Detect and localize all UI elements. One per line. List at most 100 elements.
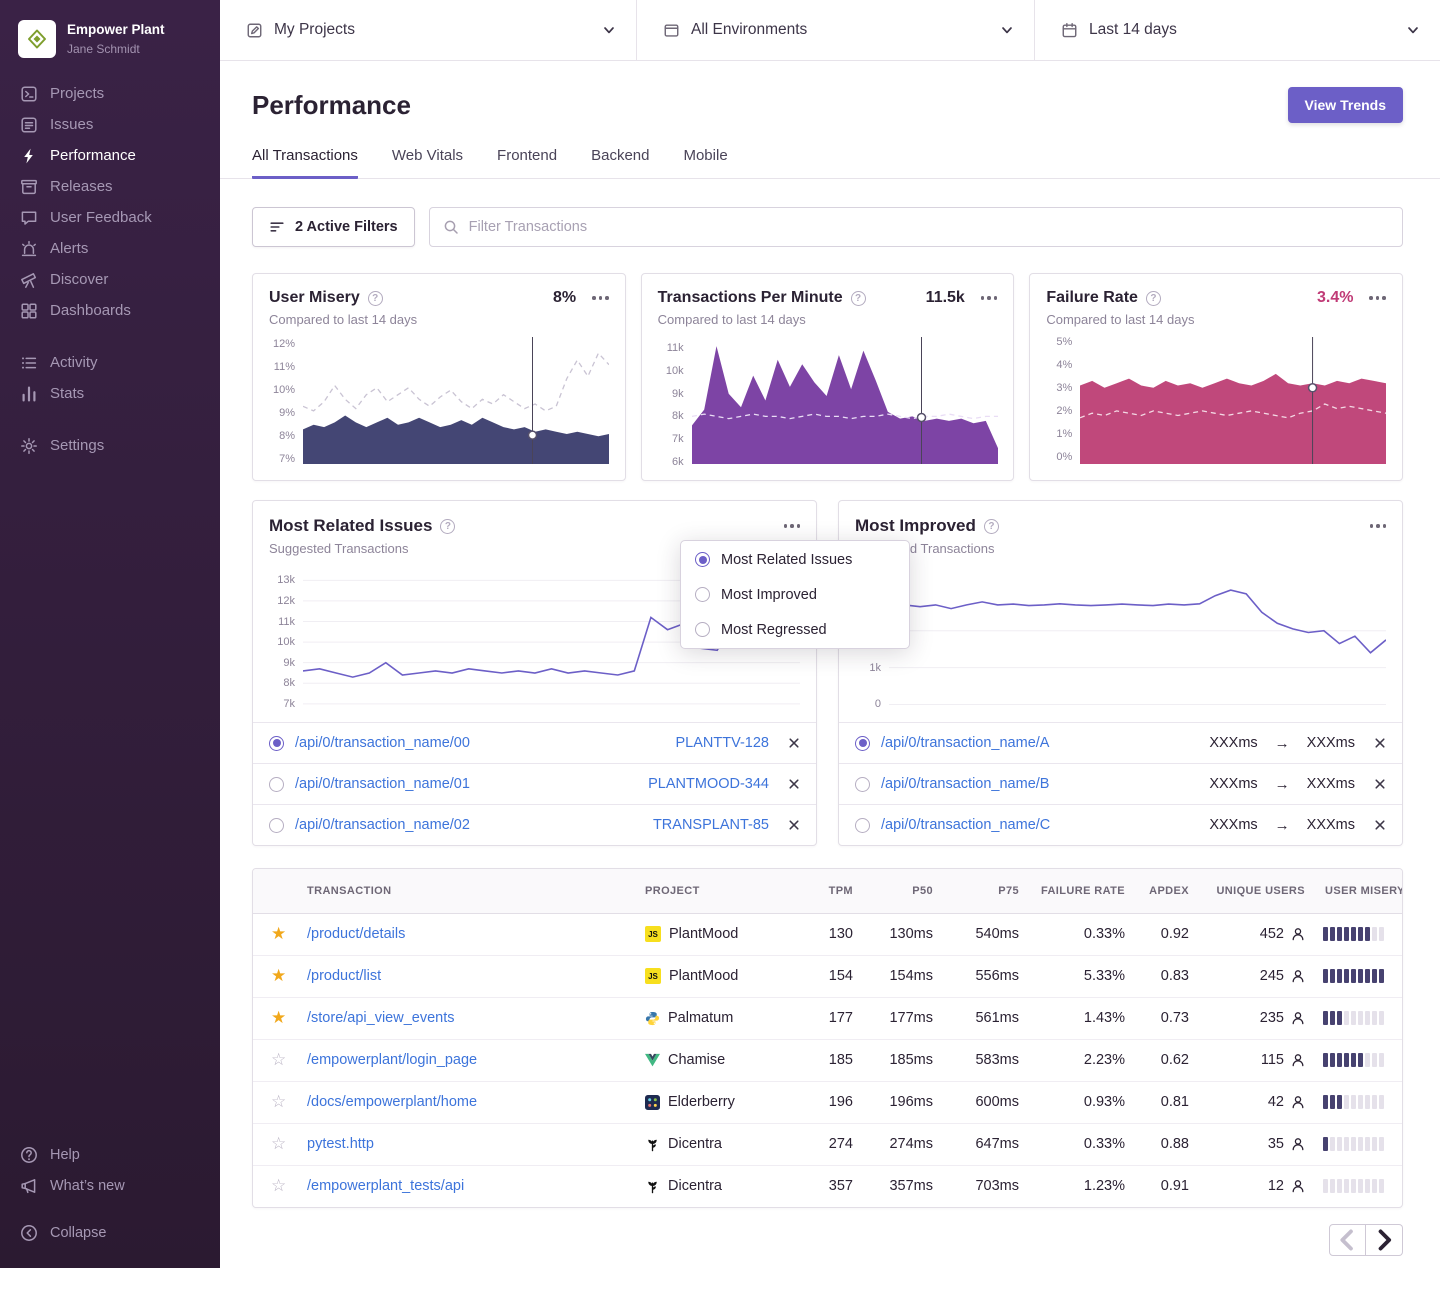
col-p75[interactable]: P75: [943, 869, 1029, 913]
col-p50[interactable]: P50: [863, 869, 943, 913]
close-icon[interactable]: [788, 778, 800, 790]
tab-mobile[interactable]: Mobile: [683, 147, 727, 179]
sidebar-item-alerts[interactable]: Alerts: [0, 233, 220, 264]
date-range-selector[interactable]: Last 14 days: [1035, 0, 1440, 60]
sidebar-item-discover[interactable]: Discover: [0, 264, 220, 295]
failure-rate-value: 5.33%: [1029, 955, 1135, 997]
sidebar-item-releases[interactable]: Releases: [0, 171, 220, 202]
star-icon[interactable]: ★: [271, 1008, 286, 1027]
environment-selector[interactable]: All Environments: [637, 0, 1035, 60]
radio-icon[interactable]: [269, 818, 284, 833]
radio-icon[interactable]: [855, 818, 870, 833]
tab-backend[interactable]: Backend: [591, 147, 649, 179]
card-value: 3.4%: [1317, 289, 1353, 307]
tab-web-vitals[interactable]: Web Vitals: [392, 147, 463, 179]
most-improved-chart[interactable]: 2k1k0: [855, 568, 1386, 710]
failure-rate-chart[interactable]: 5%4%3%2%1%0%: [1046, 337, 1386, 464]
menu-item-most-regressed[interactable]: Most Regressed: [681, 612, 909, 647]
sidebar-item-dashboards[interactable]: Dashboards: [0, 295, 220, 326]
transaction-link[interactable]: /empowerplant_tests/api: [307, 1178, 464, 1194]
menu-item-most-improved[interactable]: Most Improved: [681, 577, 909, 612]
sidebar-item-performance[interactable]: Performance: [0, 140, 220, 171]
help-icon[interactable]: ?: [440, 519, 455, 534]
menu-item-most-related-issues[interactable]: Most Related Issues: [681, 542, 909, 577]
ellipsis-menu-icon[interactable]: [784, 520, 801, 532]
card-subtitle: Compared to last 14 days: [658, 312, 998, 327]
sidebar-item-projects[interactable]: Projects: [0, 78, 220, 109]
star-icon[interactable]: ☆: [271, 1092, 286, 1111]
ellipsis-menu-icon[interactable]: [1370, 520, 1387, 532]
sidebar-item-label: Releases: [50, 178, 113, 195]
transaction-link[interactable]: /api/0/transaction_name/A: [881, 735, 1049, 751]
tab-all-transactions[interactable]: All Transactions: [252, 147, 358, 179]
sidebar-item-stats[interactable]: Stats: [0, 378, 220, 409]
issue-link[interactable]: PLANTMOOD-344: [648, 776, 769, 792]
radio-icon[interactable]: [269, 777, 284, 792]
star-icon[interactable]: ☆: [271, 1050, 286, 1069]
col-unique-users[interactable]: UNIQUE USERS: [1199, 869, 1315, 913]
sidebar-item-user-feedback[interactable]: User Feedback: [0, 202, 220, 233]
star-icon[interactable]: ★: [271, 966, 286, 985]
help-icon[interactable]: ?: [368, 291, 383, 306]
transaction-search[interactable]: [429, 207, 1403, 247]
transaction-link[interactable]: /api/0/transaction_name/C: [881, 817, 1050, 833]
next-page-button[interactable]: [1366, 1224, 1403, 1256]
apdex-value: 0.81: [1135, 1081, 1199, 1123]
transaction-link[interactable]: /api/0/transaction_name/00: [295, 735, 470, 751]
project-selector[interactable]: My Projects: [220, 0, 637, 60]
transaction-link[interactable]: /product/list: [307, 968, 381, 984]
ellipsis-menu-icon[interactable]: [592, 292, 609, 304]
card-title: Failure Rate: [1046, 289, 1138, 307]
col-project[interactable]: PROJECT: [635, 869, 803, 913]
sidebar-item-settings[interactable]: Settings: [0, 430, 220, 461]
col-failure-rate[interactable]: FAILURE RATE: [1029, 869, 1135, 913]
sidebar-item-issues[interactable]: Issues: [0, 109, 220, 140]
star-icon[interactable]: ☆: [271, 1134, 286, 1153]
col-user-misery[interactable]: USER MISERY: [1315, 869, 1402, 913]
col-tpm[interactable]: TPM: [803, 869, 863, 913]
close-icon[interactable]: [788, 819, 800, 831]
org-switcher[interactable]: Empower Plant Jane Schmidt: [0, 16, 220, 78]
sidebar-item-collapse[interactable]: Collapse: [0, 1217, 220, 1248]
user-misery-bars: [1323, 927, 1384, 941]
search-input[interactable]: [469, 219, 1389, 235]
sidebar-item-activity[interactable]: Activity: [0, 347, 220, 378]
issue-link[interactable]: TRANSPLANT-85: [653, 817, 769, 833]
table-row: ☆ /empowerplant/login_page Chamise 185 1…: [253, 1039, 1402, 1081]
help-icon[interactable]: ?: [984, 519, 999, 534]
transaction-link[interactable]: pytest.http: [307, 1136, 374, 1152]
previous-page-button[interactable]: [1329, 1224, 1366, 1256]
active-filters-button[interactable]: 2 Active Filters: [252, 207, 415, 247]
ellipsis-menu-icon[interactable]: [1369, 292, 1386, 304]
help-icon[interactable]: ?: [1146, 291, 1161, 306]
sidebar-item-whats-new[interactable]: What’s new: [0, 1170, 220, 1201]
close-icon[interactable]: [1374, 778, 1386, 790]
radio-icon[interactable]: [269, 736, 284, 751]
tpm-chart[interactable]: 11k10k9k8k7k6k: [658, 337, 998, 464]
radio-icon[interactable]: [855, 777, 870, 792]
tab-frontend[interactable]: Frontend: [497, 147, 557, 179]
col-transaction[interactable]: TRANSACTION: [297, 869, 635, 913]
close-icon[interactable]: [1374, 737, 1386, 749]
transaction-link[interactable]: /api/0/transaction_name/01: [295, 776, 470, 792]
help-icon[interactable]: ?: [851, 291, 866, 306]
close-icon[interactable]: [788, 737, 800, 749]
col-apdex[interactable]: APDEX: [1135, 869, 1199, 913]
transaction-link[interactable]: /store/api_view_events: [307, 1010, 455, 1026]
user-misery-chart[interactable]: 12%11%10%9%8%7%: [269, 337, 609, 464]
transaction-link[interactable]: /product/details: [307, 926, 405, 942]
transaction-link[interactable]: /api/0/transaction_name/B: [881, 776, 1049, 792]
issue-link[interactable]: PLANTTV-128: [676, 735, 770, 751]
failure-rate-value: 1.23%: [1029, 1165, 1135, 1207]
ellipsis-menu-icon[interactable]: [981, 292, 998, 304]
star-icon[interactable]: ☆: [271, 1176, 286, 1195]
transaction-link[interactable]: /api/0/transaction_name/02: [295, 817, 470, 833]
sidebar-item-help[interactable]: Help: [0, 1139, 220, 1170]
user-misery-bars: [1323, 1137, 1384, 1151]
radio-icon[interactable]: [855, 736, 870, 751]
transaction-link[interactable]: /docs/empowerplant/home: [307, 1094, 477, 1110]
view-trends-button[interactable]: View Trends: [1288, 87, 1403, 123]
star-icon[interactable]: ★: [271, 924, 286, 943]
close-icon[interactable]: [1374, 819, 1386, 831]
transaction-link[interactable]: /empowerplant/login_page: [307, 1052, 477, 1068]
